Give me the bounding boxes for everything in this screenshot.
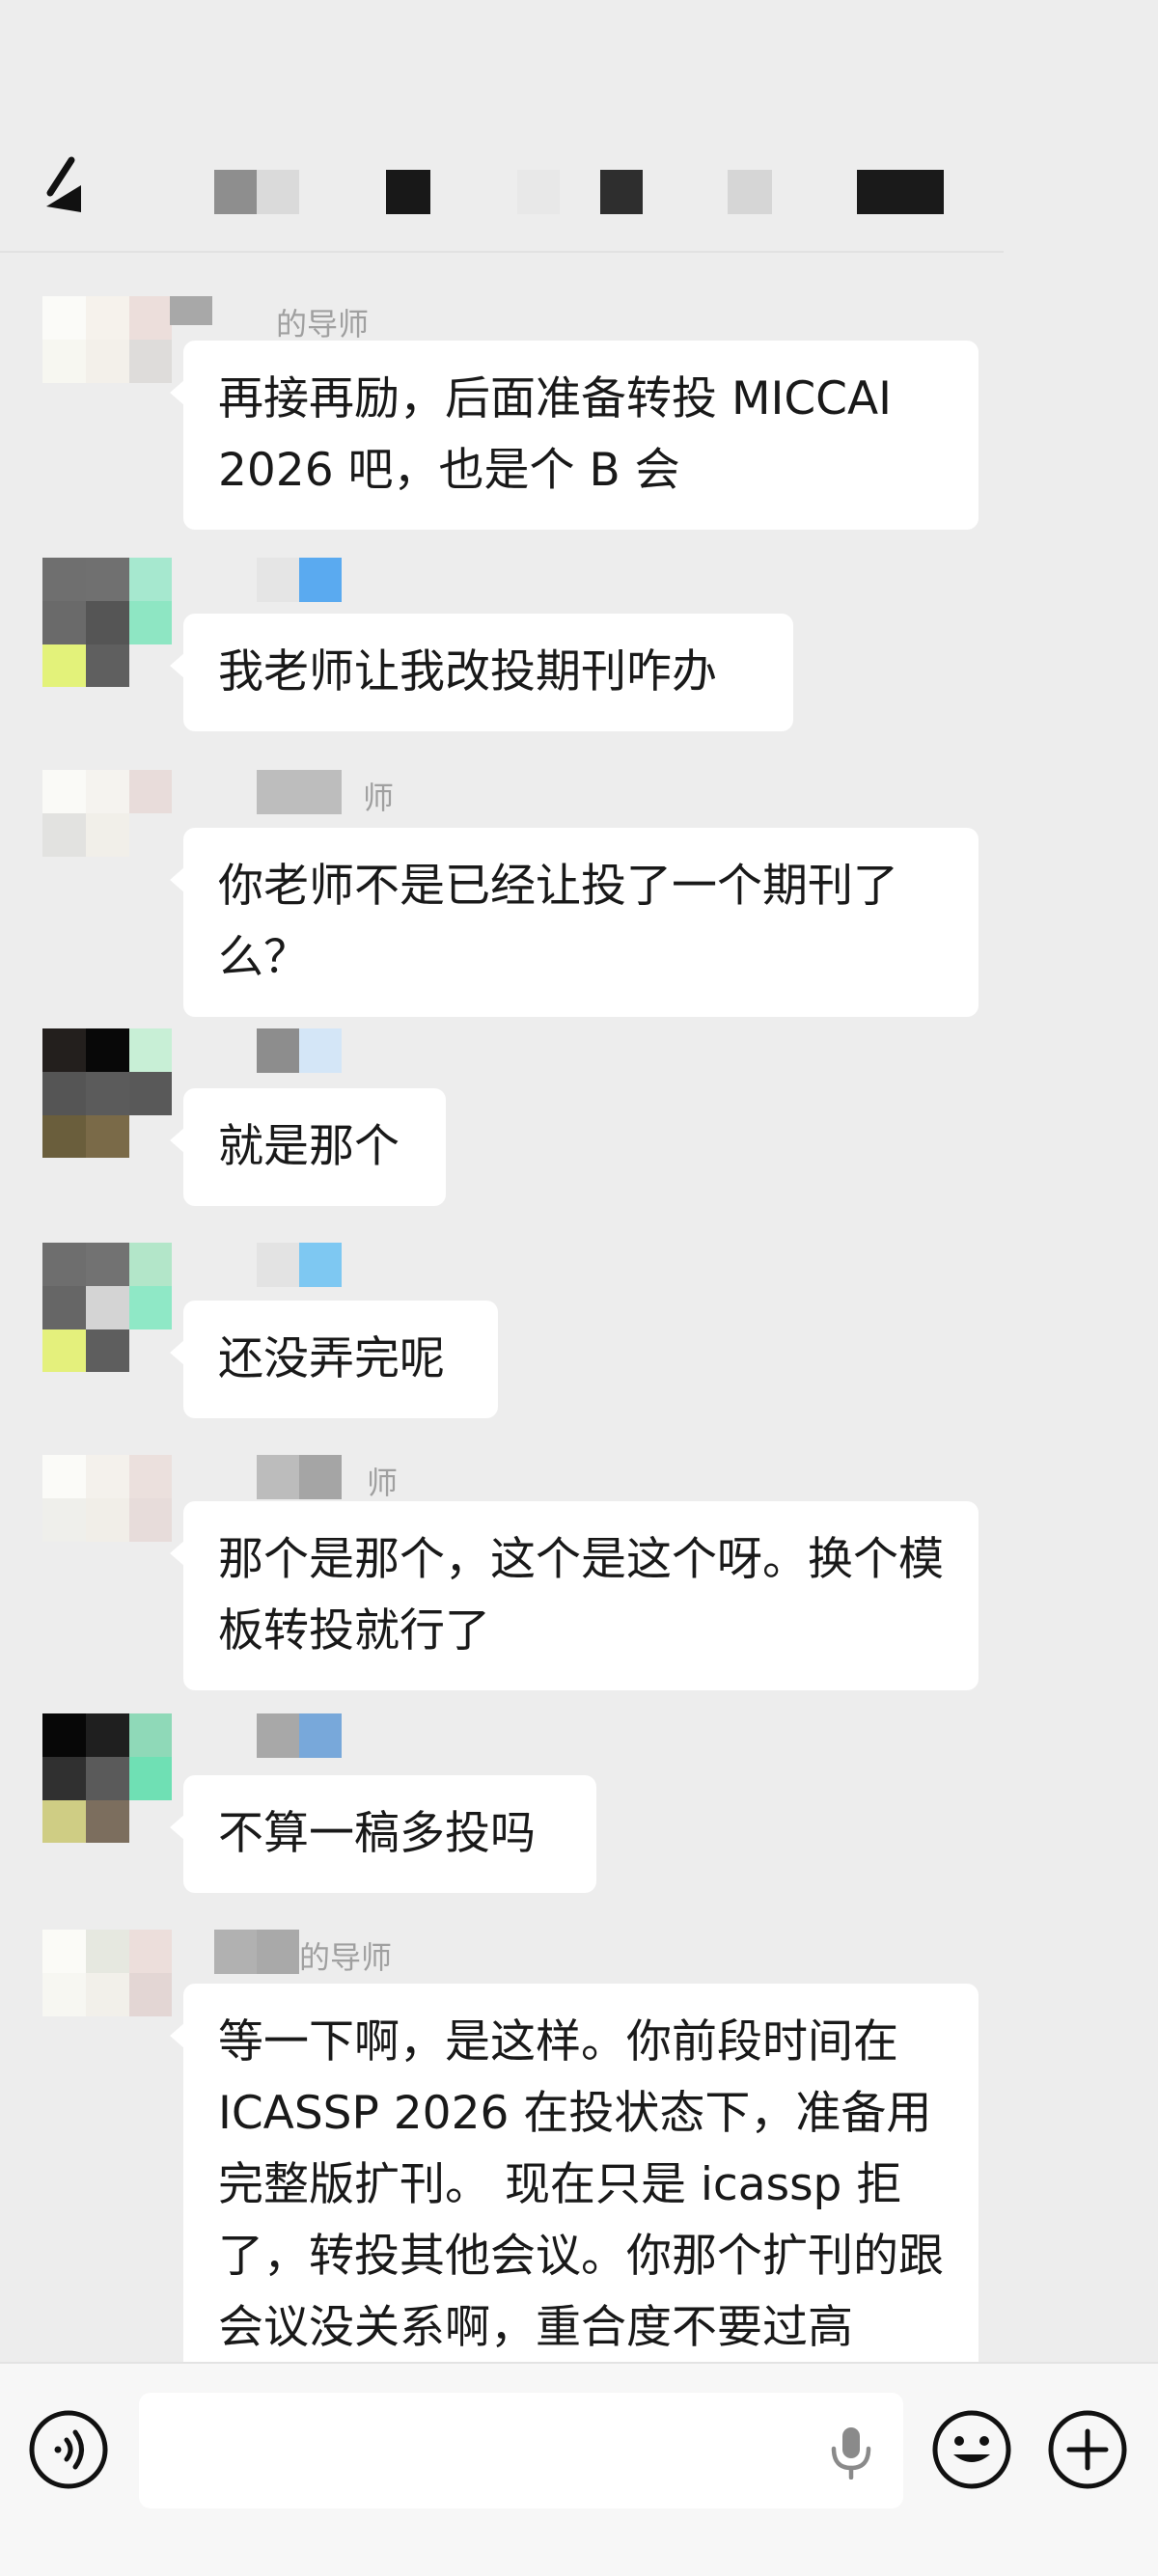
avatar[interactable] (42, 296, 172, 425)
message-bubble[interactable]: 那个是那个，这个是这个呀。换个模板转投就行了 (170, 1501, 979, 1690)
avatar[interactable] (42, 1930, 172, 2059)
message-bubble[interactable]: 你老师不是已经让投了一个期刊了么？ (170, 828, 979, 1017)
message-bubble[interactable]: 不算一稿多投吗 (170, 1775, 596, 1893)
voice-mode-icon (29, 2410, 108, 2489)
chat-header (0, 0, 1158, 253)
redaction-block (517, 170, 560, 214)
voice-mode-button[interactable] (27, 2408, 110, 2491)
avatar[interactable] (42, 1243, 172, 1372)
avatar[interactable] (42, 1455, 172, 1584)
microphone-icon (831, 2427, 871, 2480)
redaction-block (728, 170, 772, 214)
avatar[interactable] (42, 1028, 172, 1158)
message-bubble[interactable]: 等一下啊，是这样。你前段时间在 ICASSP 2026 在投状态下，准备用完整版… (170, 1984, 979, 2362)
sender-name-text: 师 (367, 1465, 399, 1501)
microphone-button[interactable] (828, 2425, 874, 2480)
chat-input-bar (0, 2362, 1158, 2576)
redaction-block (257, 170, 299, 214)
add-button[interactable] (1046, 2408, 1129, 2491)
plus-circle-icon (1048, 2410, 1127, 2489)
message-bubble[interactable]: 就是那个 (170, 1088, 446, 1206)
avatar[interactable] (42, 770, 172, 899)
redaction-block (857, 170, 944, 214)
sender-name-text: 的导师 (276, 306, 370, 343)
message-list[interactable]: 的导师 再接再励，后面准备转投 MICCAI 2026 吧，也是个 B 会 我老… (0, 253, 1158, 2362)
emoji-button[interactable] (930, 2408, 1013, 2491)
back-button[interactable] (42, 154, 96, 222)
message-bubble[interactable]: 还没弄完呢 (170, 1301, 498, 1418)
redaction-block (386, 170, 430, 214)
avatar[interactable] (42, 558, 172, 687)
chat-screen: 的导师 再接再励，后面准备转投 MICCAI 2026 吧，也是个 B 会 我老… (0, 0, 1158, 2576)
sender-name-text: 师 (363, 780, 395, 816)
redaction-block (600, 170, 643, 214)
chevron-left-icon (46, 156, 81, 212)
message-input[interactable] (139, 2393, 903, 2508)
avatar[interactable] (42, 1713, 172, 1843)
sender-name-text: 的导师 (299, 1939, 393, 1976)
redaction-block (214, 170, 257, 214)
message-bubble[interactable]: 再接再励，后面准备转投 MICCAI 2026 吧，也是个 B 会 (170, 341, 979, 530)
emoji-icon (932, 2410, 1011, 2489)
message-bubble[interactable]: 我老师让我改投期刊咋办 (170, 614, 793, 731)
